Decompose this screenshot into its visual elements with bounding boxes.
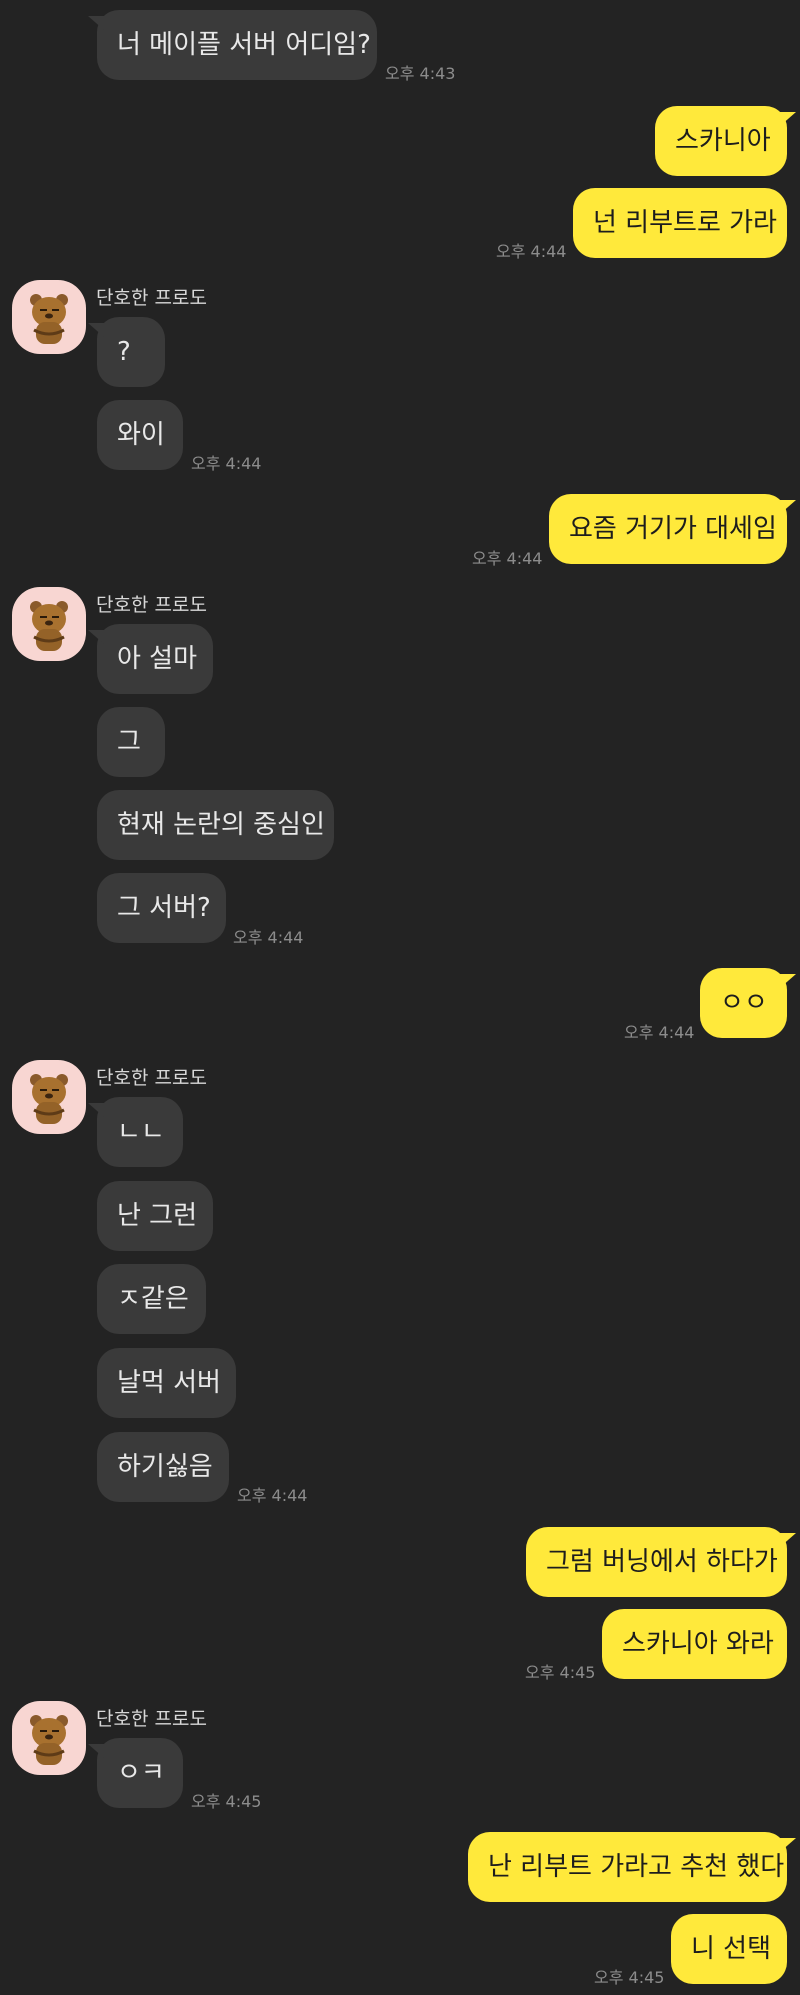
outgoing-message[interactable]: 난 리부트 가라고 추천 했다 bbox=[468, 1832, 796, 1902]
incoming-message[interactable]: ㅇㅋ bbox=[88, 1738, 183, 1808]
timestamp: 오후 4:44 bbox=[624, 1023, 695, 1042]
timestamp: 오후 4:44 bbox=[233, 928, 304, 947]
incoming-message[interactable]: 날먹 서버 bbox=[97, 1348, 236, 1418]
incoming-message[interactable]: 현재 논란의 중심인 bbox=[97, 790, 334, 860]
sender-name: 단호한 프로도 bbox=[96, 287, 207, 309]
timestamp: 오후 4:43 bbox=[385, 64, 456, 83]
avatar[interactable] bbox=[12, 587, 86, 661]
timestamp: 오후 4:44 bbox=[472, 549, 543, 568]
incoming-message[interactable]: 그 서버? bbox=[97, 873, 226, 943]
avatar[interactable] bbox=[12, 1060, 86, 1134]
incoming-message[interactable]: 그 bbox=[97, 707, 165, 777]
timestamp: 오후 4:45 bbox=[525, 1663, 596, 1682]
incoming-message[interactable]: 와이 bbox=[97, 400, 183, 470]
outgoing-message[interactable]: 스카니아 bbox=[655, 106, 796, 176]
incoming-message[interactable]: ㄴㄴ bbox=[88, 1097, 183, 1167]
frodo-character-icon bbox=[30, 601, 68, 651]
timestamp: 오후 4:44 bbox=[496, 242, 567, 261]
incoming-message[interactable]: ? bbox=[88, 317, 165, 387]
outgoing-message[interactable]: 니 선택 bbox=[671, 1914, 787, 1984]
incoming-message[interactable]: ㅈ같은 bbox=[97, 1264, 206, 1334]
incoming-message[interactable]: 아 설마 bbox=[88, 624, 213, 694]
sender-name: 단호한 프로도 bbox=[96, 1067, 207, 1089]
frodo-character-icon bbox=[30, 294, 68, 344]
timestamp: 오후 4:45 bbox=[594, 1968, 665, 1987]
incoming-message[interactable]: 난 그런 bbox=[97, 1181, 213, 1251]
timestamp: 오후 4:44 bbox=[191, 454, 262, 473]
timestamp: 오후 4:45 bbox=[191, 1792, 262, 1811]
outgoing-message[interactable]: 그럼 버닝에서 하다가 bbox=[526, 1527, 796, 1597]
incoming-message[interactable]: 하기싫음 bbox=[97, 1432, 229, 1502]
chat-room: 너 메이플 서버 어디임? 오후 4:43 스카니아 넌 리부트로 가라 오후 … bbox=[0, 0, 800, 1995]
outgoing-message[interactable]: 넌 리부트로 가라 bbox=[573, 188, 787, 258]
timestamp: 오후 4:44 bbox=[237, 1486, 308, 1505]
avatar[interactable] bbox=[12, 1701, 86, 1775]
frodo-character-icon bbox=[30, 1074, 68, 1124]
sender-name: 단호한 프로도 bbox=[96, 1708, 207, 1730]
frodo-character-icon bbox=[30, 1715, 68, 1765]
sender-name: 단호한 프로도 bbox=[96, 594, 207, 616]
incoming-message[interactable]: 너 메이플 서버 어디임? bbox=[88, 10, 377, 80]
outgoing-message[interactable]: 스카니아 와라 bbox=[602, 1609, 787, 1679]
outgoing-message[interactable]: 요즘 거기가 대세임 bbox=[549, 494, 796, 564]
outgoing-message[interactable]: ㅇㅇ bbox=[700, 968, 796, 1038]
avatar[interactable] bbox=[12, 280, 86, 354]
